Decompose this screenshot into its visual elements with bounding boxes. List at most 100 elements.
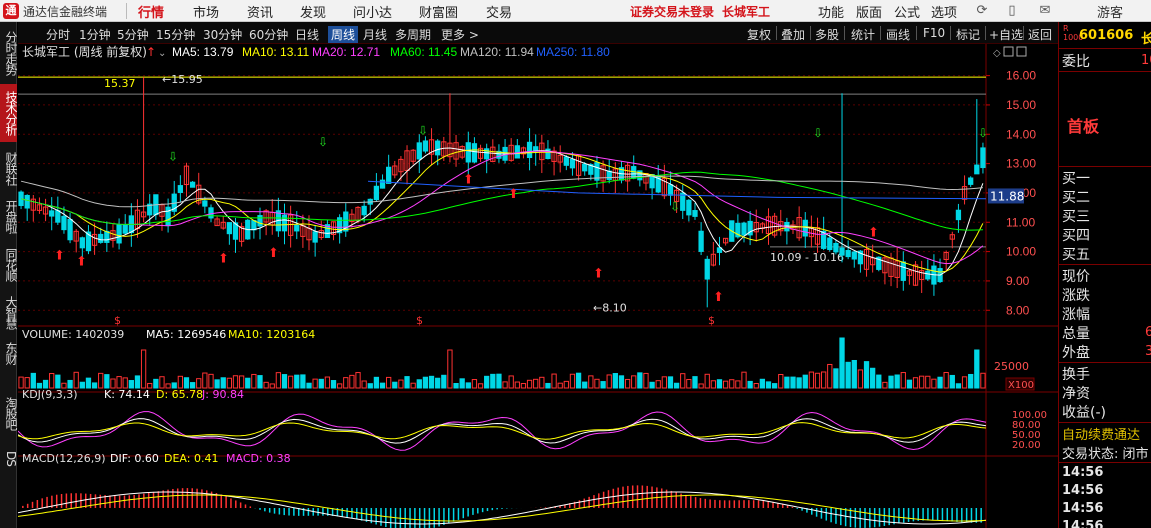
side-tab-timeshare[interactable]: 分时走势 — [0, 24, 18, 82]
volume-bar — [643, 372, 649, 389]
side-tab-eastmoney[interactable]: 东财 — [0, 338, 18, 368]
candle-body — [98, 233, 104, 243]
tool-multi-stock[interactable]: 多股 — [815, 26, 839, 43]
volume-bar — [925, 375, 931, 389]
volume-bar — [202, 372, 208, 389]
volume-bar — [710, 380, 717, 389]
phone-icon[interactable]: ▯ — [1004, 3, 1020, 19]
side-tab-technical[interactable]: 技术分析 — [0, 84, 18, 142]
volume-bar — [931, 378, 937, 389]
tool-adjust[interactable]: 复权 — [747, 26, 771, 43]
menu-ask[interactable]: 问小达 — [353, 2, 392, 21]
side-tab-kaipanla[interactable]: 开盘啦 — [0, 194, 18, 238]
side-tab-cls[interactable]: 财联社 — [0, 146, 18, 190]
diamond-icon: ◇ — [993, 48, 1001, 59]
refresh-icon[interactable]: ⟳ — [974, 3, 990, 19]
period-1min[interactable]: 1分钟 — [79, 26, 111, 43]
mail-icon[interactable]: ✉ — [1037, 3, 1053, 19]
volume-bar — [159, 376, 165, 389]
layout-icon — [1003, 46, 1014, 57]
side-tab-dzh[interactable]: 大智慧 — [0, 290, 18, 334]
menu-formula[interactable]: 公式 — [894, 2, 920, 21]
candle-body — [686, 199, 692, 216]
volume-bar — [343, 377, 349, 389]
period-timeshare[interactable]: 分时 — [46, 26, 70, 43]
tool-back[interactable]: 返回 — [1028, 26, 1052, 43]
volume-bar — [827, 363, 833, 389]
candle-body — [79, 237, 85, 249]
tool-overlay[interactable]: 叠加 — [781, 26, 805, 43]
guest-account[interactable]: 游客 — [1097, 2, 1123, 21]
close-icon — [1016, 46, 1027, 57]
stock-name-tag: 长城军工 — [722, 5, 771, 19]
candle-body — [208, 207, 214, 219]
menu-layout[interactable]: 版面 — [856, 2, 882, 21]
period-monthly[interactable]: 月线 — [363, 26, 387, 43]
volume-bar — [563, 380, 569, 389]
volume-ma5-label: MA5: 1269546 — [146, 328, 226, 341]
price-tick-label: 11.00 — [1006, 215, 1035, 229]
period-60min[interactable]: 60分钟 — [249, 26, 288, 43]
period-toolbar: 分时 1分钟 5分钟 15分钟 30分钟 60分钟 日线 周线 月线 多周期 更… — [18, 22, 1058, 44]
auto-renew-link[interactable]: 自动续费通达 — [1062, 424, 1140, 443]
tool-f10[interactable]: F10 — [923, 26, 945, 40]
trade-login-status[interactable]: 证券交易未登录 — [630, 3, 714, 20]
period-15min[interactable]: 15分钟 — [156, 26, 195, 43]
tool-mark[interactable]: 标记 — [956, 26, 980, 43]
dividend-marker-icon: $ — [708, 314, 715, 327]
chart-title: 长城军工 (周线 前复权) — [22, 44, 147, 59]
menu-function[interactable]: 功能 — [818, 2, 844, 21]
volume-bar — [765, 381, 772, 389]
panel-divider — [1059, 422, 1151, 423]
kline-chart-svg[interactable]: 16.0015.0014.0013.0012.0011.0010.009.008… — [18, 44, 1058, 528]
candle-body — [980, 147, 986, 169]
period-more[interactable]: 更多 > — [441, 26, 479, 43]
menu-options[interactable]: 选项 — [931, 2, 957, 21]
volume-bar — [624, 378, 631, 389]
volume-bar — [612, 373, 618, 389]
period-daily[interactable]: 日线 — [295, 26, 319, 43]
volume-bar — [465, 382, 471, 389]
volume-bar — [649, 381, 655, 389]
period-5min[interactable]: 5分钟 — [117, 26, 149, 43]
side-tab-taoguba[interactable]: 淘股吧 — [0, 384, 18, 442]
menu-market[interactable]: 市场 — [193, 2, 219, 21]
sell-signal-icon: ⇩ — [670, 200, 680, 214]
bid-2-label: 买二 — [1062, 190, 1090, 206]
volume-bar — [337, 383, 343, 389]
earnings-label: 收益(-) — [1062, 405, 1106, 421]
candle-body — [582, 163, 588, 172]
volume-bar — [422, 376, 429, 389]
candle-body — [422, 140, 429, 152]
menu-discover[interactable]: 发现 — [300, 2, 326, 21]
tool-stats[interactable]: 统计 — [851, 26, 875, 43]
kline-chart-area[interactable]: 16.0015.0014.0013.0012.0011.0010.009.008… — [18, 44, 1058, 528]
tool-add-watchlist[interactable]: +自选 — [989, 26, 1023, 43]
volume-bar — [784, 376, 790, 389]
menu-wealth[interactable]: 财富圈 — [419, 2, 458, 21]
menu-quotes[interactable]: 行情 — [138, 2, 164, 21]
side-tab-ds[interactable]: DS — [0, 446, 18, 470]
panel-divider — [1059, 71, 1151, 72]
period-30min[interactable]: 30分钟 — [203, 26, 242, 43]
kdj-tick-label: 20.00 — [1012, 440, 1041, 451]
app-logo: 通 — [3, 3, 19, 19]
volume-bar — [796, 377, 802, 389]
tool-draw[interactable]: 画线 — [886, 26, 910, 43]
candle-body — [226, 222, 233, 235]
period-multi[interactable]: 多周期 — [395, 26, 431, 43]
volume-bar — [771, 383, 778, 389]
period-weekly[interactable]: 周线 — [328, 26, 359, 43]
volume-bar — [502, 381, 508, 389]
first-limit-badge: 首板 — [1067, 117, 1100, 136]
volume-bar — [661, 376, 667, 389]
candle-body — [361, 205, 367, 216]
volume-bar — [484, 375, 490, 389]
candle-body — [667, 184, 674, 196]
kdj-j-line — [18, 411, 987, 451]
bid-5-label: 买五 — [1062, 247, 1090, 263]
menu-news[interactable]: 资讯 — [247, 2, 273, 21]
menu-trade[interactable]: 交易 — [486, 2, 512, 21]
side-tab-ths[interactable]: 同花顺 — [0, 242, 18, 286]
dividend-marker-icon: $ — [416, 314, 423, 327]
